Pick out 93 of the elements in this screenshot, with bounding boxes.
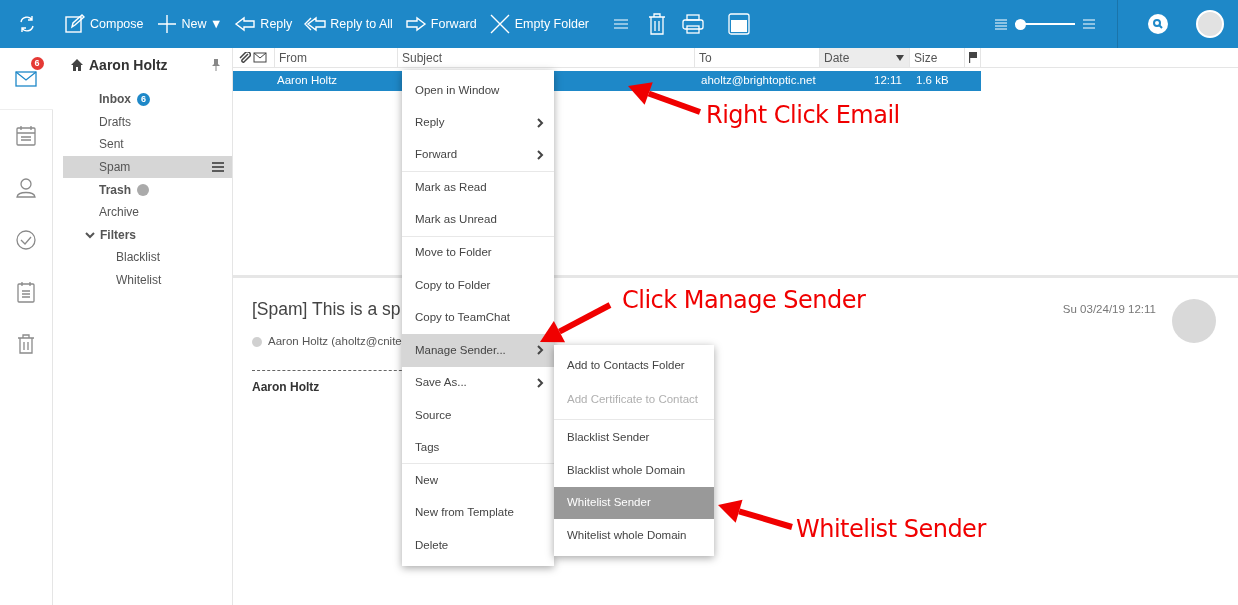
reply-all-icon	[304, 14, 327, 34]
menu-item[interactable]: Source	[402, 399, 554, 432]
menu-item[interactable]: New from Template	[402, 496, 554, 529]
size-text: 1.6 kB	[915, 73, 950, 89]
menu-item[interactable]: Move to Folder	[402, 236, 554, 269]
signature-name: Aaron Holtz	[252, 379, 320, 397]
folder-item[interactable]: Sent	[63, 133, 232, 156]
checkmark-circle-icon	[14, 228, 38, 252]
calendar-icon	[14, 124, 38, 148]
account-name[interactable]: Aaron Holtz	[89, 54, 168, 76]
toolbar-button[interactable]: Forward	[399, 9, 482, 39]
close-icon	[488, 14, 511, 34]
toolbar-button[interactable]: Compose	[59, 9, 149, 39]
chevron-down-icon[interactable]	[84, 229, 96, 240]
unread-badge: 6	[30, 57, 44, 70]
compose-icon	[64, 14, 86, 34]
menu-item[interactable]: Mark as Unread	[402, 204, 554, 237]
folder-item[interactable]: Inbox 6	[63, 88, 232, 111]
column-header[interactable]: Date	[820, 48, 910, 67]
folder-item[interactable]: Trash	[63, 178, 232, 201]
sender-address: Aaron Holtz (aholtz@cnite	[268, 334, 402, 349]
plus-icon	[155, 14, 178, 34]
email-subject: [Spam] This is a sp	[252, 298, 401, 321]
refresh-icon[interactable]	[17, 14, 37, 34]
folder-label: Drafts	[99, 113, 131, 131]
date-text: 12:11	[873, 73, 903, 89]
home-icon	[71, 59, 83, 71]
annotation-text: Whitelist Sender	[796, 514, 986, 545]
unread-badge: 6	[137, 92, 150, 106]
search-button[interactable]	[1148, 14, 1168, 34]
folder-item[interactable]: Drafts	[63, 110, 232, 134]
folder-item[interactable]: Archive	[63, 200, 232, 224]
folder-label: Spam	[99, 159, 131, 177]
pointer-arrow	[540, 302, 612, 343]
notepad-icon	[14, 280, 38, 304]
menu-item[interactable]: Add to Contacts Folder	[554, 349, 714, 382]
app-tab[interactable]: 6	[0, 48, 53, 110]
column-header[interactable]: From	[275, 48, 398, 67]
folder-label: Inbox	[99, 91, 131, 109]
dense-list-icon	[995, 18, 1007, 30]
menu-icon[interactable]	[212, 162, 224, 173]
trash-icon[interactable]	[648, 13, 667, 35]
menu-item[interactable]: Save As...	[402, 366, 554, 399]
window-icon[interactable]	[728, 13, 751, 35]
folder-label: Blacklist	[116, 249, 160, 267]
sparse-list-icon	[1083, 18, 1095, 30]
menu-item[interactable]: New	[402, 464, 554, 497]
menu-item[interactable]: Copy to Folder	[402, 269, 554, 302]
menu-item[interactable]: Blacklist Sender	[554, 421, 714, 454]
menu-item[interactable]: Mark as Read	[402, 171, 554, 204]
person-icon	[14, 176, 38, 200]
avatar[interactable]	[1196, 10, 1224, 38]
folder-item[interactable]: Whitelist	[63, 268, 232, 292]
folder-label: Filters	[100, 226, 136, 244]
search-icon	[1153, 19, 1163, 29]
toolbar-button[interactable]: Reply to All	[299, 9, 398, 39]
menu-item[interactable]: Blacklist whole Domain	[554, 454, 714, 487]
toolbar-button[interactable]: Empty Folder	[483, 9, 595, 39]
folder-item[interactable]: Blacklist	[63, 246, 232, 269]
envelope-icon	[253, 52, 267, 63]
email-date: Su 03/24/19 12:11	[1062, 302, 1156, 317]
sender-avatar	[1172, 299, 1216, 343]
recipient-text: aholtz@brightoptic.net	[700, 73, 817, 89]
menu-item[interactable]: Delete	[402, 529, 554, 562]
density-slider[interactable]	[1015, 18, 1075, 30]
folder-label: Whitelist	[116, 272, 162, 290]
menu-item[interactable]: Forward	[402, 139, 554, 172]
menu-item[interactable]: Copy to TeamChat	[402, 301, 554, 334]
annotation-text: Right Click Email	[706, 100, 900, 131]
printer-icon[interactable]	[682, 14, 705, 34]
folder-label: Trash	[99, 181, 131, 199]
folder-item[interactable]: Filters	[63, 223, 232, 247]
reply-icon	[234, 14, 257, 34]
toolbar-button[interactable]: Reply	[229, 9, 298, 39]
pin-icon[interactable]	[212, 59, 220, 71]
list-icon[interactable]	[614, 18, 629, 30]
folder-label: Sent	[99, 136, 124, 154]
toolbar-button[interactable]: New ▼	[150, 9, 228, 39]
flag-icon	[968, 52, 977, 63]
folder-label: Archive	[99, 204, 139, 222]
sender-text: Aaron Holtz	[277, 73, 339, 89]
menu-item[interactable]: Whitelist whole Domain	[554, 519, 714, 552]
folder-item[interactable]: Spam	[63, 155, 232, 179]
annotation-text: Click Manage Sender	[622, 285, 866, 316]
paperclip-icon	[239, 51, 251, 64]
column-header[interactable]: Subject	[398, 48, 695, 67]
info-icon	[137, 183, 149, 196]
column-header[interactable]: Size	[910, 48, 965, 67]
slider-thumb[interactable]	[1014, 18, 1026, 30]
sort-descending-icon	[896, 54, 904, 61]
forward-icon	[404, 14, 427, 34]
menu-item[interactable]: Manage Sender...	[402, 334, 554, 367]
menu-item[interactable]: Reply	[402, 106, 554, 139]
